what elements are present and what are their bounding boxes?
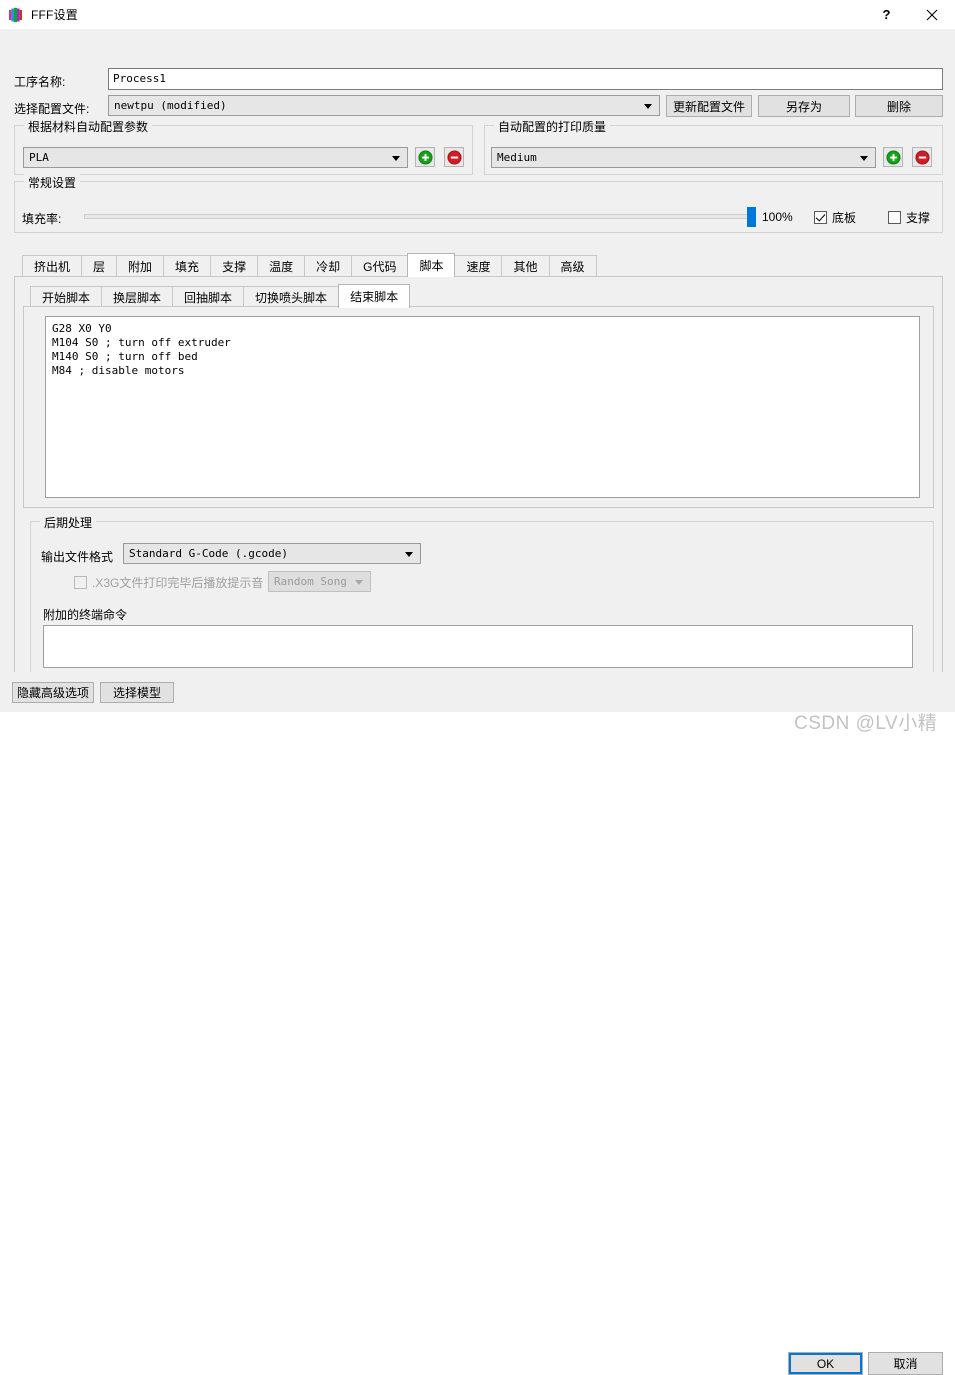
process-name-input[interactable]: Process1 — [108, 68, 943, 90]
update-profile-button[interactable]: 更新配置文件 — [666, 95, 752, 117]
x3g-sound-checkbox[interactable]: .X3G文件打印完毕后播放提示音 — [74, 574, 263, 591]
x3g-sound-label: .X3G文件打印完毕后播放提示音 — [92, 576, 264, 590]
tab-label: G代码 — [363, 260, 397, 274]
quality-group-title: 自动配置的打印质量 — [494, 118, 611, 135]
script-tab-label: 切换喷头脚本 — [255, 291, 328, 305]
infill-value-label: 100% — [762, 210, 793, 224]
script-tab-strip[interactable]: 开始脚本 换层脚本 回抽脚本 切换喷头脚本 结束脚本 — [30, 284, 411, 308]
output-format-select[interactable]: Standard G-Code (.gcode) — [123, 543, 421, 564]
script-tab-3[interactable]: 切换喷头脚本 — [243, 286, 340, 308]
minus-circle-icon — [914, 149, 930, 165]
script-editor-textarea[interactable]: G28 X0 Y0 M104 S0 ; turn off extruder M1… — [45, 316, 920, 498]
infill-slider-thumb[interactable] — [747, 207, 756, 227]
tab-7[interactable]: G代码 — [351, 255, 409, 277]
infill-slider-track — [84, 214, 756, 219]
tab-5[interactable]: 温度 — [257, 255, 306, 277]
hide-advanced-button[interactable]: 隐藏高级选项 — [12, 682, 94, 703]
tab-2[interactable]: 附加 — [116, 255, 165, 277]
script-tab-0[interactable]: 开始脚本 — [30, 286, 103, 308]
song-select[interactable]: Random Song — [268, 571, 371, 592]
save-as-button[interactable]: 另存为 — [758, 95, 850, 117]
tab-label: 速度 — [466, 260, 491, 274]
raft-label: 底板 — [832, 211, 857, 225]
app-logo-bars-icon — [9, 7, 22, 22]
script-tab-4[interactable]: 结束脚本 — [338, 284, 411, 308]
terminal-command-input[interactable] — [43, 625, 913, 668]
plus-circle-icon — [417, 149, 433, 165]
delete-button[interactable]: 删除 — [855, 95, 943, 117]
tab-0[interactable]: 挤出机 — [22, 255, 83, 277]
window-controls: ? — [864, 0, 955, 29]
tab-label: 其他 — [513, 260, 538, 274]
quality-select[interactable]: Medium — [491, 147, 876, 168]
tab-label: 填充 — [175, 260, 200, 274]
script-tab-1[interactable]: 换层脚本 — [101, 286, 174, 308]
support-checkbox[interactable]: 支撑 — [888, 209, 930, 226]
tab-label: 层 — [93, 260, 106, 274]
tab-8[interactable]: 脚本 — [407, 253, 456, 277]
tab-1[interactable]: 层 — [81, 255, 118, 277]
script-tab-label: 回抽脚本 — [184, 291, 233, 305]
checkbox-box — [888, 211, 901, 224]
help-button[interactable]: ? — [864, 0, 909, 29]
terminal-command-label: 附加的终端命令 — [43, 608, 128, 622]
process-name-label: 工序名称: — [14, 75, 66, 89]
select-model-button[interactable]: 选择模型 — [100, 682, 174, 703]
output-format-label: 输出文件格式 — [41, 550, 114, 564]
script-tab-label: 开始脚本 — [42, 291, 91, 305]
fff-settings-window: FFF设置 ? 工序名称: Process1 选择配置文件: newtpu (m… — [0, 0, 955, 1375]
raft-checkbox[interactable]: 底板 — [814, 209, 856, 226]
tab-label: 冷却 — [316, 260, 341, 274]
tab-label: 高级 — [560, 260, 585, 274]
script-tab-label: 结束脚本 — [350, 290, 399, 304]
tab-3[interactable]: 填充 — [163, 255, 212, 277]
tab-label: 挤出机 — [34, 260, 71, 274]
cancel-button[interactable]: 取消 — [868, 1352, 943, 1375]
tab-9[interactable]: 速度 — [454, 255, 503, 277]
checkbox-box — [814, 211, 827, 224]
infill-slider[interactable] — [84, 207, 756, 227]
quality-add-button[interactable] — [883, 147, 903, 167]
close-button[interactable] — [909, 0, 955, 29]
post-processing-title: 后期处理 — [40, 514, 97, 531]
main-tab-strip[interactable]: 挤出机 层 附加 填充 支撑 温度 冷却 G代码 脚本 速度 其他 高级 — [22, 253, 597, 277]
material-group-title: 根据材料自动配置参数 — [24, 118, 153, 135]
material-add-button[interactable] — [415, 147, 435, 167]
tab-label: 支撑 — [222, 260, 247, 274]
tab-6[interactable]: 冷却 — [304, 255, 353, 277]
tab-10[interactable]: 其他 — [501, 255, 550, 277]
window-title: FFF设置 — [31, 8, 78, 22]
dialog-footer: 隐藏高级选项 选择模型 OK 取消 — [0, 672, 955, 1375]
support-label: 支撑 — [906, 211, 931, 225]
help-icon: ? — [882, 7, 891, 22]
close-icon — [926, 9, 938, 20]
checkbox-box — [74, 576, 87, 589]
general-group-title: 常规设置 — [24, 174, 81, 191]
plus-circle-icon — [885, 149, 901, 165]
infill-rate-label: 填充率: — [22, 212, 62, 226]
tab-11[interactable]: 高级 — [548, 255, 597, 277]
material-select[interactable]: PLA — [23, 147, 408, 168]
ok-button[interactable]: OK — [788, 1352, 863, 1375]
script-tab-label: 换层脚本 — [113, 291, 162, 305]
csdn-watermark: CSDN @LV小精 — [794, 713, 938, 734]
profile-label: 选择配置文件: — [14, 102, 90, 116]
title-bar: FFF设置 ? — [0, 0, 955, 29]
material-remove-button[interactable] — [444, 147, 464, 167]
quality-remove-button[interactable] — [912, 147, 932, 167]
tab-label: 温度 — [269, 260, 294, 274]
profile-select[interactable]: newtpu (modified) — [108, 95, 660, 116]
tab-label: 附加 — [128, 260, 153, 274]
tab-4[interactable]: 支撑 — [210, 255, 259, 277]
script-tab-2[interactable]: 回抽脚本 — [172, 286, 245, 308]
tab-label: 脚本 — [419, 259, 444, 273]
dialog-body: 工序名称: Process1 选择配置文件: newtpu (modified)… — [0, 29, 955, 1375]
minus-circle-icon — [446, 149, 462, 165]
